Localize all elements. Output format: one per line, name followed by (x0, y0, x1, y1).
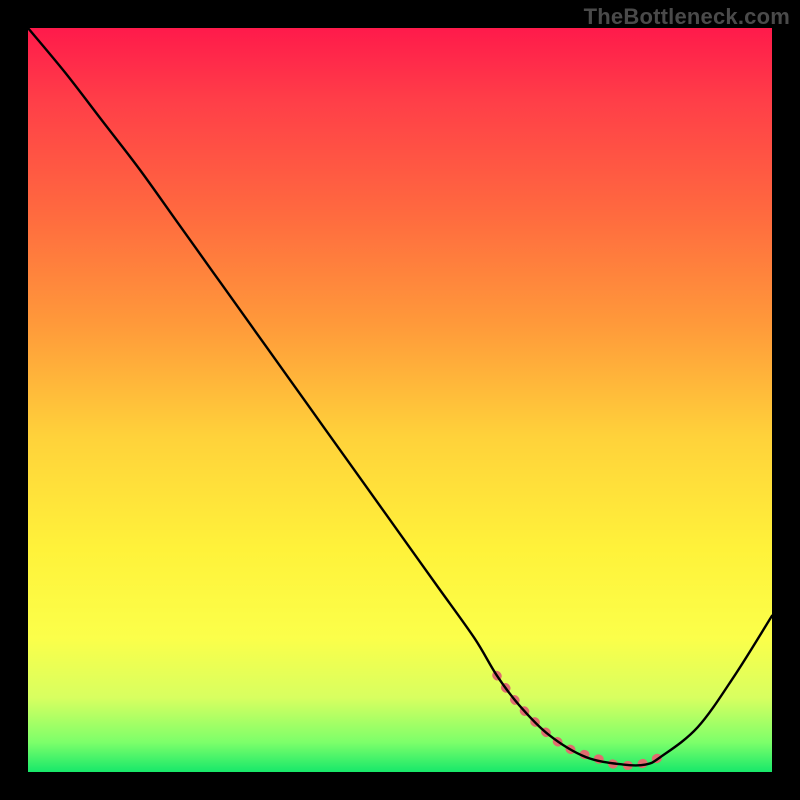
plot-area (28, 28, 772, 772)
gradient-background (28, 28, 772, 772)
chart-svg (28, 28, 772, 772)
watermark-text: TheBottleneck.com (584, 4, 790, 30)
chart-frame: TheBottleneck.com (0, 0, 800, 800)
